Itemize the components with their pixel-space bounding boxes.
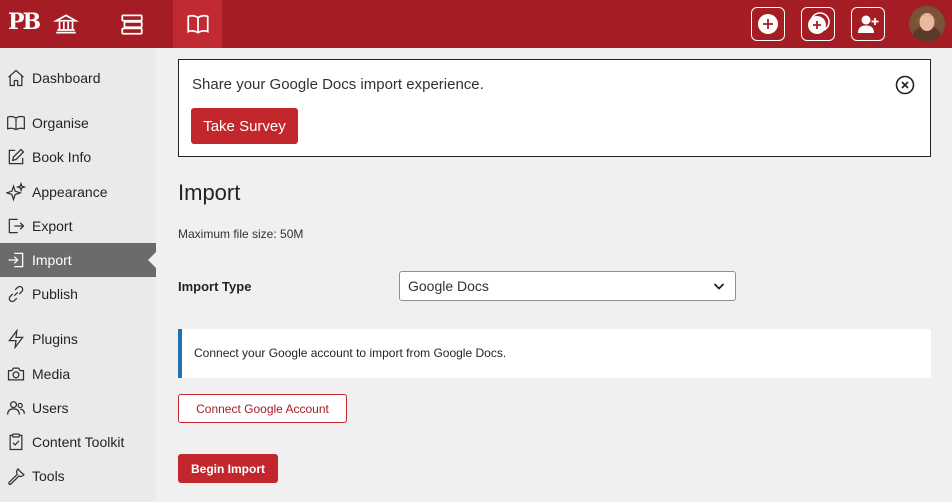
sparkles-icon <box>5 181 27 203</box>
sidebar-item-label: Content Toolkit <box>32 434 125 450</box>
pencil-square-icon <box>5 146 27 168</box>
add-user-icon[interactable] <box>851 7 885 41</box>
sidebar-item-label: Import <box>32 252 72 268</box>
sidebar-item-dashboard[interactable]: Dashboard <box>0 61 156 95</box>
user-avatar[interactable] <box>909 6 945 42</box>
pressbooks-logo[interactable]: PB <box>8 9 41 35</box>
export-icon <box>5 215 27 237</box>
sidebar-item-users[interactable]: Users <box>0 391 156 425</box>
sidebar-item-label: Appearance <box>32 184 108 200</box>
sidebar-item-import[interactable]: Import <box>0 243 156 277</box>
open-book-icon <box>5 112 27 134</box>
add-clone-icon[interactable] <box>801 7 835 41</box>
sidebar-item-content-toolkit[interactable]: Content Toolkit <box>0 425 156 459</box>
sidebar-item-label: Users <box>32 400 69 416</box>
max-file-size-text: Maximum file size: 50M <box>178 227 304 241</box>
sidebar-item-appearance[interactable]: Appearance <box>0 175 156 209</box>
clipboard-check-icon <box>5 431 27 453</box>
top-admin-bar: PB <box>0 0 952 48</box>
sidebar-item-label: Book Info <box>32 149 92 165</box>
import-type-select[interactable]: Google Docs <box>399 271 736 301</box>
camera-icon <box>5 363 27 385</box>
survey-text: Share your Google Docs import experience… <box>192 76 484 93</box>
connect-google-account-button[interactable]: Connect Google Account <box>178 394 347 423</box>
sidebar-item-media[interactable]: Media <box>0 357 156 391</box>
link-icon <box>5 283 27 305</box>
notice-text: Connect your Google account to import fr… <box>194 346 507 360</box>
sidebar-item-tools[interactable]: Tools <box>0 459 156 493</box>
survey-notice: Share your Google Docs import experience… <box>178 59 931 157</box>
users-icon <box>5 397 27 419</box>
add-book-icon[interactable] <box>751 7 785 41</box>
institution-icon[interactable] <box>42 0 90 48</box>
google-connect-notice: Connect your Google account to import fr… <box>178 329 931 378</box>
take-survey-button[interactable]: Take Survey <box>191 108 298 144</box>
chevron-down-icon <box>713 283 725 290</box>
page-title: Import <box>178 180 241 205</box>
admin-sidebar: Dashboard Organise Book Info Appearance … <box>0 48 156 502</box>
begin-import-button[interactable]: Begin Import <box>178 454 278 483</box>
books-stack-icon[interactable] <box>108 0 156 48</box>
wrench-icon <box>5 465 27 487</box>
sidebar-item-organise[interactable]: Organise <box>0 106 156 140</box>
sidebar-item-label: Export <box>32 218 73 234</box>
sidebar-item-label: Plugins <box>32 331 78 347</box>
sidebar-item-book-info[interactable]: Book Info <box>0 140 156 174</box>
import-type-value: Google Docs <box>408 278 489 294</box>
sidebar-item-label: Organise <box>32 115 89 131</box>
import-type-label: Import Type <box>178 279 252 294</box>
sidebar-item-label: Dashboard <box>32 70 101 86</box>
sidebar-item-label: Tools <box>32 468 65 484</box>
import-icon <box>5 249 27 271</box>
home-icon <box>5 67 27 89</box>
sidebar-item-export[interactable]: Export <box>0 209 156 243</box>
sidebar-item-publish[interactable]: Publish <box>0 277 156 311</box>
sidebar-item-plugins[interactable]: Plugins <box>0 322 156 356</box>
sidebar-item-label: Media <box>32 366 71 382</box>
open-book-icon[interactable] <box>173 0 222 48</box>
sidebar-item-label: Publish <box>32 286 78 302</box>
lightning-icon <box>5 328 27 350</box>
close-icon[interactable] <box>895 75 915 95</box>
